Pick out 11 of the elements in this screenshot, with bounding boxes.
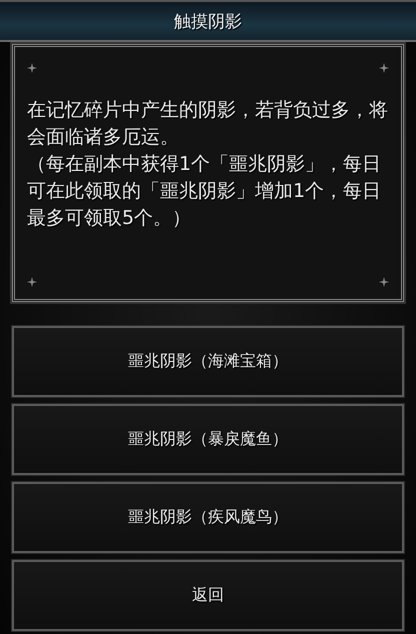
sparkle-icon [27,277,37,287]
sparkle-icon [379,63,389,73]
menu-button[interactable]: 噩兆阴影（暴戾魔鱼） [12,404,404,475]
window-title: 触摸阴影 [174,10,242,32]
description-text: 在记忆碎片中产生的阴影，若背负过多，将会面临诸多厄运。 [27,98,389,150]
menu-button[interactable]: 噩兆阴影（海滩宝箱） [12,326,404,397]
sparkle-icon [27,63,37,73]
description-text: （每在副本中获得1个「噩兆阴影」，每日可在此领取的「噩兆阴影」增加1个，每日最多可领取5个。） [27,152,382,231]
menu-button[interactable]: 噩兆阴影（疾风魔鸟） [12,482,404,553]
sparkle-icon [379,277,389,287]
menu-button[interactable]: 返回 [12,560,404,631]
